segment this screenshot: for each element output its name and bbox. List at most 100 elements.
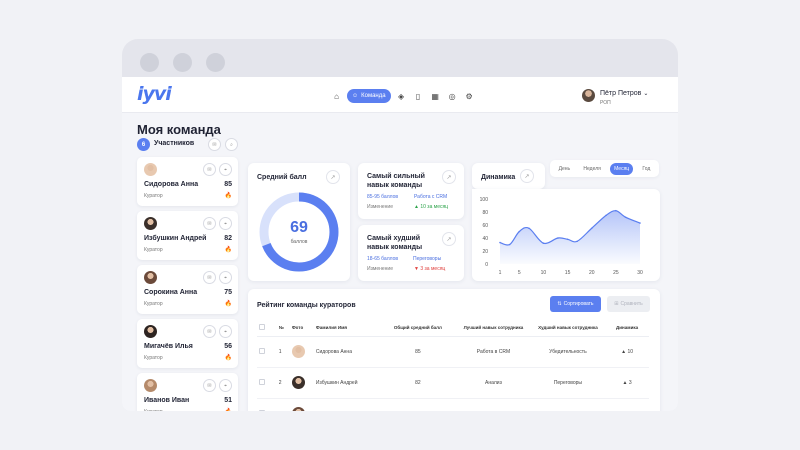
select-all-checkbox[interactable] <box>259 324 265 331</box>
avg-score-title: Средний балл <box>257 174 307 181</box>
dynamics-chart: 0204060801001 5 10 15 20 25 30 <box>480 197 643 276</box>
period-tab[interactable]: Неделя <box>579 163 604 175</box>
column-header[interactable]: Фамилия Имя <box>313 320 380 337</box>
column-header[interactable]: Лучший навык сотрудника <box>456 320 531 337</box>
row-select-cell <box>257 367 277 399</box>
headset-icon[interactable]: ◎ <box>446 90 459 103</box>
member-role: Куратор <box>144 301 163 307</box>
x-tick-label: 1 <box>499 270 502 276</box>
row-dynamics: ▲ 10 <box>605 336 649 368</box>
period-tab[interactable]: Год <box>638 163 654 175</box>
nav-team-button[interactable]: ☺ Команда <box>347 89 391 103</box>
y-tick-label: 0 <box>485 262 488 268</box>
chevron-down-icon[interactable]: ⌄ <box>643 91 648 97</box>
member-role: Куратор <box>144 355 163 361</box>
x-tick-label: 25 <box>613 270 619 276</box>
pin-icon[interactable]: ⌖ <box>219 217 232 230</box>
table-row[interactable]: 2 Избушкин Андрей 82 Анализ Переговоры ▲ 3 <box>257 367 649 399</box>
pin-icon[interactable]: ⌖ <box>219 379 232 392</box>
table-row[interactable]: 1 Сидорова Анна 85 Работа в CRM Убедительнос… <box>257 336 649 368</box>
pin-icon[interactable]: ⌖ <box>219 325 232 338</box>
open-arrow-icon[interactable]: ↗ <box>520 169 534 183</box>
weak-change-value: ▼ 3 за месяц <box>414 266 446 272</box>
member-card[interactable]: ✉ ⌖ Мигачёв Илья 56 Куратор 🔥 <box>137 319 238 368</box>
gift-icon[interactable]: ◈ <box>395 90 408 103</box>
member-role: Куратор <box>144 409 163 411</box>
fire-icon: 🔥 <box>224 247 232 253</box>
home-icon[interactable]: ⌂ <box>330 90 343 103</box>
row-dynamics: ▲ 8 <box>605 398 649 411</box>
member-name: Сидорова Анна <box>144 181 199 188</box>
column-header[interactable]: Динамика <box>605 320 649 337</box>
y-tick-label: 20 <box>482 249 488 255</box>
calendar-icon[interactable]: ▦ <box>429 90 442 103</box>
row-name: Сидорова Анна <box>313 336 380 368</box>
pin-icon[interactable]: ⌖ <box>219 271 232 284</box>
avatar <box>144 163 157 176</box>
row-photo-cell <box>289 398 314 411</box>
app-logo[interactable]: iyvi <box>137 83 172 105</box>
sort-icon: ⇅ <box>557 301 562 307</box>
avg-score-unit: баллов <box>290 239 308 245</box>
member-card[interactable]: ✉ ⌖ Сорокина Анна 75 Куратор 🔥 <box>137 265 238 314</box>
team-icon: ☺ <box>352 93 359 99</box>
window-dot[interactable] <box>173 53 192 72</box>
nav-team-label: Команда <box>361 93 386 99</box>
avg-score-card: Средний балл ↗ 69 баллов <box>248 163 350 281</box>
chart-point <box>499 241 501 244</box>
mail-icon[interactable]: ✉ <box>208 138 221 151</box>
row-checkbox[interactable] <box>259 378 265 385</box>
column-header[interactable]: Общий средний балл <box>379 320 457 337</box>
row-photo-cell <box>289 336 314 368</box>
column-header[interactable]: № <box>276 320 290 337</box>
mail-icon[interactable]: ✉ <box>203 217 216 230</box>
strong-skill-name: Работа с CRM <box>414 194 448 200</box>
open-arrow-icon[interactable]: ↗ <box>326 170 340 184</box>
mail-icon[interactable]: ✉ <box>203 379 216 392</box>
period-tab[interactable]: День <box>555 163 575 175</box>
row-checkbox[interactable] <box>259 347 265 354</box>
row-dynamics: ▲ 3 <box>605 367 649 399</box>
open-arrow-icon[interactable]: ↗ <box>442 232 456 246</box>
avatar[interactable] <box>582 89 595 102</box>
row-select-cell <box>257 398 277 411</box>
mail-icon[interactable]: ✉ <box>203 325 216 338</box>
member-card[interactable]: ✉⌖ Иванов Иван 51 Куратор 🔥 <box>137 373 238 411</box>
row-photo-cell <box>289 367 314 399</box>
member-score: 75 <box>224 289 232 296</box>
member-name: Мигачёв Илья <box>144 343 193 350</box>
dynamics-title: Динамика <box>481 174 516 181</box>
period-tab[interactable]: Месяц <box>610 162 634 175</box>
compare-button[interactable]: ⊞ Сравнить <box>607 296 650 312</box>
doc-icon[interactable]: ▯ <box>412 90 425 103</box>
row-score: 75 <box>379 398 457 411</box>
mail-icon[interactable]: ✉ <box>203 163 216 176</box>
row-name: Сорокина Анна <box>313 398 380 411</box>
column-header[interactable]: Худший навык сотрудника <box>530 320 606 337</box>
fire-icon: 🔥 <box>225 408 232 411</box>
weak-skill-name: Переговоры <box>413 256 442 262</box>
open-arrow-icon[interactable]: ↗ <box>442 170 456 184</box>
member-card[interactable]: ✉ ⌖ Сидорова Анна 85 Куратор 🔥 <box>137 157 238 206</box>
mail-icon[interactable]: ✉ <box>203 271 216 284</box>
row-worst-skill: Переговоры <box>530 367 606 399</box>
search-icon[interactable]: ⌕ <box>225 138 238 151</box>
table-row[interactable]: 3 Сорокина Анна75ФинансыСтойкость▲ 8 <box>257 398 649 411</box>
row-score: 82 <box>379 367 457 399</box>
row-number: 3 <box>276 398 290 411</box>
weak-skill-range: 18-65 баллов <box>367 256 399 262</box>
window-dot[interactable] <box>206 53 225 72</box>
avatar <box>291 345 305 358</box>
row-best-skill: Анализ <box>456 367 531 399</box>
row-checkbox[interactable] <box>259 409 265 411</box>
pin-icon[interactable]: ⌖ <box>219 163 232 176</box>
window-dot[interactable] <box>140 53 159 72</box>
x-tick-label: 15 <box>565 270 571 276</box>
gear-icon[interactable]: ⚙ <box>463 90 476 103</box>
table-header-row: № Фото Фамилия Имя Общий средний балл Лучший… <box>257 320 649 337</box>
member-card[interactable]: ✉ ⌖ Избушкин Андрей 82 Куратор 🔥 <box>137 211 238 260</box>
chart-point <box>557 237 559 239</box>
sort-button[interactable]: ⇅ Сортировать <box>550 296 601 312</box>
strong-change-label: Изменение <box>367 204 393 210</box>
column-header[interactable]: Фото <box>289 320 314 337</box>
